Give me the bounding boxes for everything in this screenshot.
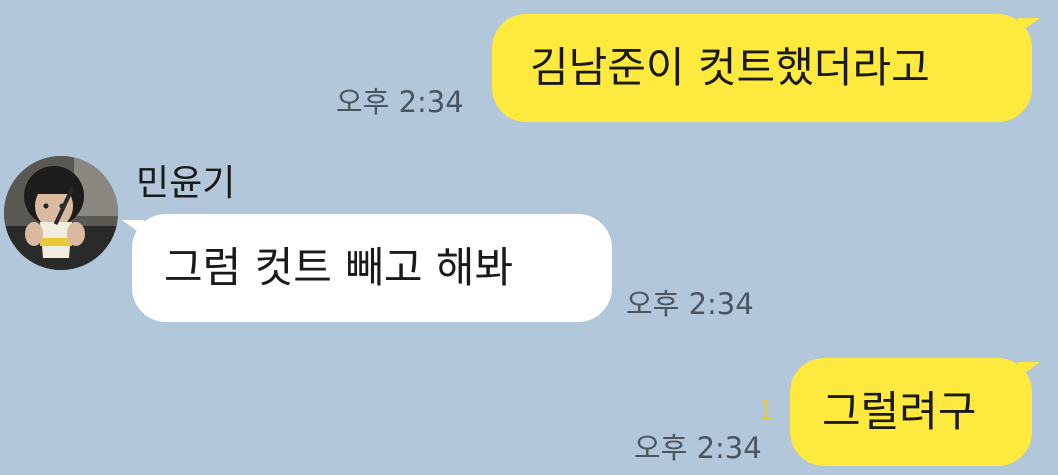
message-text: 김남준이 컷트했더라고 <box>530 43 930 92</box>
avatar[interactable] <box>4 156 118 270</box>
message-bubble[interactable]: 그럼 컷트 빼고 해봐 <box>132 214 612 322</box>
message-time: 오후 2:34 <box>336 85 464 119</box>
profile-photo-icon <box>4 156 118 270</box>
message-text: 그럴려구 <box>822 387 977 436</box>
message-time: 오후 2:34 <box>626 287 754 321</box>
message-bubble[interactable]: 김남준이 컷트했더라고 <box>492 14 1032 122</box>
message-time: 오후 2:34 <box>634 431 762 465</box>
sender-name: 민윤기 <box>136 163 236 204</box>
message-text: 그럼 컷트 빼고 해봐 <box>164 243 514 292</box>
message-bubble[interactable]: 그럴려구 <box>790 358 1032 466</box>
unread-count: 1 <box>758 396 775 426</box>
